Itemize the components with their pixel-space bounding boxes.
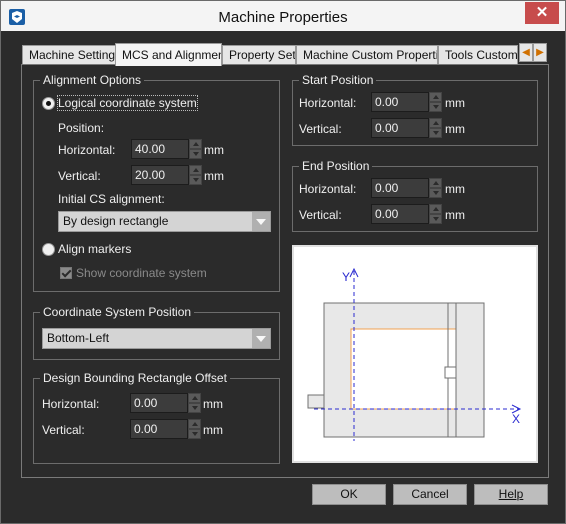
initial-cs-select[interactable]: By design rectangle — [58, 211, 271, 232]
x-axis-label: X — [512, 412, 520, 426]
offset-vertical-stepper[interactable] — [130, 419, 202, 439]
machine-properties-dialog: Machine Properties ✕ Machine Settings Pr… — [0, 0, 566, 524]
cs-position-title: Coordinate System Position — [40, 305, 195, 319]
vertical-label: Vertical: — [299, 122, 342, 136]
spin-down-icon[interactable] — [188, 403, 201, 413]
unit-label: mm — [445, 96, 465, 110]
end-horizontal-stepper[interactable] — [371, 178, 443, 198]
show-cs-label: Show coordinate system — [76, 266, 207, 280]
unit-label: mm — [204, 169, 224, 183]
horizontal-label: Horizontal: — [299, 182, 357, 196]
spin-up-icon[interactable] — [429, 178, 442, 188]
offset-group: Design Bounding Rectangle Offset Horizon… — [33, 371, 280, 464]
spin-up-icon[interactable] — [189, 165, 202, 175]
tab-machine-settings[interactable]: Machine Settings — [22, 45, 116, 65]
vertical-label: Vertical: — [42, 423, 85, 437]
offset-title: Design Bounding Rectangle Offset — [40, 371, 230, 385]
unit-label: mm — [445, 182, 465, 196]
spin-up-icon[interactable] — [188, 393, 201, 403]
spin-up-icon[interactable] — [429, 118, 442, 128]
cs-position-value: Bottom-Left — [47, 331, 110, 345]
end-horizontal-input[interactable] — [371, 178, 429, 198]
spin-down-icon[interactable] — [429, 102, 442, 112]
start-position-title: Start Position — [299, 73, 377, 87]
ok-button[interactable]: OK — [312, 484, 386, 505]
horizontal-label: Horizontal: — [42, 397, 100, 411]
spin-up-icon[interactable] — [429, 204, 442, 214]
window-title: Machine Properties — [218, 9, 348, 26]
origin-marker — [307, 394, 325, 409]
chevron-down-icon[interactable] — [252, 212, 270, 231]
start-horizontal-stepper[interactable] — [371, 92, 443, 112]
spin-down-icon[interactable] — [429, 128, 442, 138]
end-vertical-stepper[interactable] — [371, 204, 443, 224]
spin-down-icon[interactable] — [189, 149, 202, 159]
spin-up-icon[interactable] — [429, 92, 442, 102]
y-axis-label: Y — [342, 270, 350, 284]
cs-position-select[interactable]: Bottom-Left — [42, 328, 271, 349]
spin-down-icon[interactable] — [188, 429, 201, 439]
alignment-horizontal-input[interactable] — [131, 139, 189, 159]
offset-vertical-input[interactable] — [130, 419, 188, 439]
tab-content-mcs: Alignment Options Logical coordinate sys… — [21, 64, 549, 478]
alignment-horizontal-stepper[interactable] — [131, 139, 203, 159]
tab-tools-custom-properties[interactable]: Tools Custom P — [438, 45, 518, 65]
help-button-label: Help — [498, 487, 524, 501]
unit-label: mm — [203, 397, 223, 411]
start-vertical-input[interactable] — [371, 118, 429, 138]
start-position-group: Start Position Horizontal: mm Vertical: … — [292, 73, 538, 146]
unit-label: mm — [445, 208, 465, 222]
vertical-label: Vertical: — [58, 169, 101, 183]
offset-horizontal-input[interactable] — [130, 393, 188, 413]
logical-cs-radio[interactable] — [42, 97, 55, 110]
align-markers-label[interactable]: Align markers — [58, 242, 131, 256]
align-markers-radio[interactable] — [42, 243, 55, 256]
unit-label: mm — [445, 122, 465, 136]
horizontal-label: Horizontal: — [58, 143, 116, 157]
alignment-vertical-input[interactable] — [131, 165, 189, 185]
start-vertical-stepper[interactable] — [371, 118, 443, 138]
spin-down-icon[interactable] — [429, 188, 442, 198]
help-button[interactable]: Help — [474, 484, 548, 505]
vertical-label: Vertical: — [299, 208, 342, 222]
alignment-options-group: Alignment Options Logical coordinate sys… — [33, 73, 280, 292]
end-vertical-input[interactable] — [371, 204, 429, 224]
chevron-down-icon[interactable] — [252, 329, 270, 348]
tab-machine-custom-properties[interactable]: Machine Custom Properties — [296, 45, 438, 65]
offset-horizontal-stepper[interactable] — [130, 393, 202, 413]
horizontal-label: Horizontal: — [299, 96, 357, 110]
design-rectangle — [350, 328, 457, 410]
end-position-group: End Position Horizontal: mm Vertical: mm — [292, 159, 538, 232]
initial-cs-label: Initial CS alignment: — [58, 192, 165, 206]
end-position-title: End Position — [299, 159, 373, 173]
initial-cs-value: By design rectangle — [63, 214, 169, 228]
cancel-button[interactable]: Cancel — [393, 484, 467, 505]
spin-down-icon[interactable] — [189, 175, 202, 185]
logical-cs-label[interactable]: Logical coordinate system — [57, 95, 198, 111]
alignment-vertical-stepper[interactable] — [131, 165, 203, 185]
tab-scroll-right-icon[interactable]: ▶ — [533, 43, 547, 62]
title-bar: Machine Properties ✕ — [1, 1, 565, 31]
tab-property-sets[interactable]: Property Sets — [222, 45, 296, 65]
alignment-preview: Y X — [292, 245, 538, 463]
unit-label: mm — [203, 423, 223, 437]
show-cs-checkbox[interactable] — [60, 267, 72, 279]
spin-up-icon[interactable] — [188, 419, 201, 429]
tab-mcs-and-alignment[interactable]: MCS and Alignment — [115, 43, 222, 66]
tool-head — [444, 366, 457, 379]
unit-label: mm — [204, 143, 224, 157]
start-horizontal-input[interactable] — [371, 92, 429, 112]
spin-up-icon[interactable] — [189, 139, 202, 149]
close-button[interactable]: ✕ — [525, 2, 559, 24]
tab-scroll-left-icon[interactable]: ◀ — [519, 43, 533, 62]
spin-down-icon[interactable] — [429, 214, 442, 224]
preview-diagram: Y X — [307, 267, 522, 441]
cs-position-group: Coordinate System Position Bottom-Left — [33, 305, 280, 360]
alignment-options-title: Alignment Options — [40, 73, 145, 87]
position-label: Position: — [58, 121, 105, 135]
